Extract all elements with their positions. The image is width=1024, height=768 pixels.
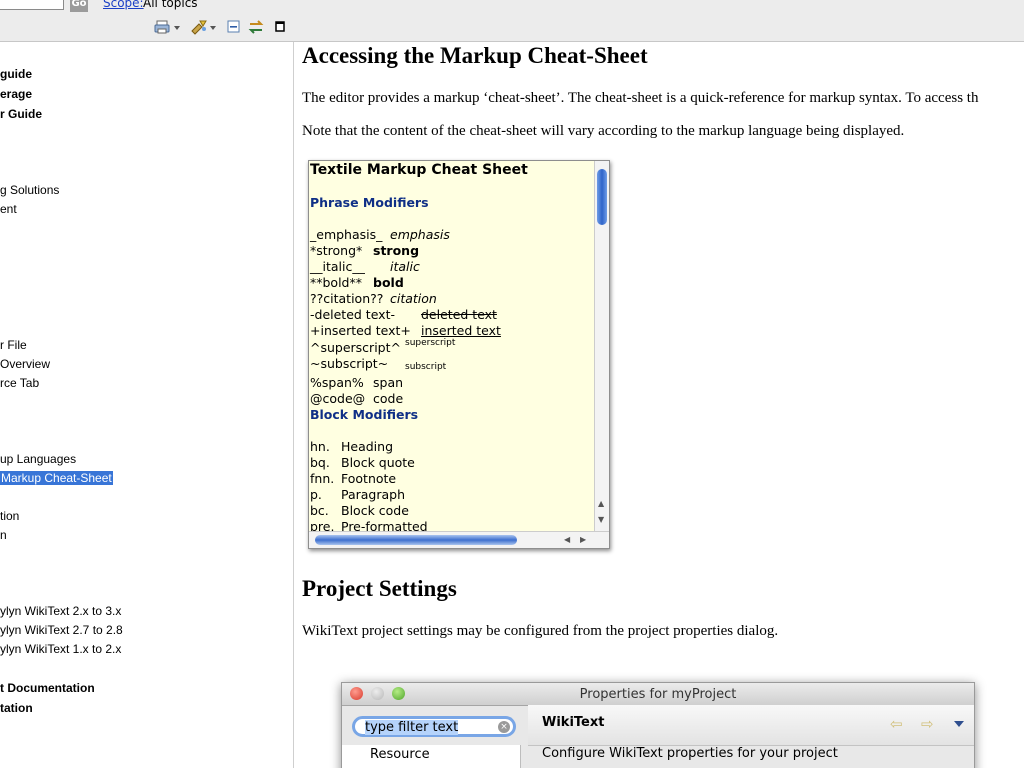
heading-accessing-cheat-sheet: Accessing the Markup Cheat-Sheet <box>302 43 648 68</box>
scroll-down-icon[interactable]: ▼ <box>598 515 604 524</box>
cheat-row-result: superscript <box>405 338 456 348</box>
tree-item[interactable]: ylyn WikiText 2.7 to 2.8 <box>0 623 123 637</box>
go-button[interactable]: Go <box>70 0 88 12</box>
cheat-row-markup: **bold** <box>310 275 362 290</box>
paragraph: The editor provides a markup ‘cheat-shee… <box>302 90 979 106</box>
cheat-row-result: span <box>373 375 404 390</box>
cheat-row-markup: +inserted text+ <box>310 323 411 338</box>
block-modifiers-header: Block Modifiers <box>310 407 419 422</box>
tree-item[interactable]: erage <box>0 87 32 101</box>
dialog-titlebar: Properties for myProject <box>342 683 974 706</box>
cheat-row-markup: ??citation?? <box>310 291 384 306</box>
tree-item[interactable]: Overview <box>0 357 50 371</box>
paragraph: Note that the content of the cheat-sheet… <box>302 123 905 139</box>
collapse-all-icon[interactable] <box>225 19 243 35</box>
highlight-search-icon[interactable] <box>190 19 208 35</box>
vertical-scrollbar[interactable]: ▲ ▼ <box>594 161 609 531</box>
cheat-row-result: bold <box>373 275 404 290</box>
cheat-row-markup: *strong* <box>310 243 363 258</box>
contents-tree: guide erage r Guide g Solutions ent r Fi… <box>0 42 294 768</box>
cheat-row-result: inserted text <box>421 323 501 338</box>
print-icon[interactable] <box>154 19 172 35</box>
search-input[interactable] <box>0 0 64 10</box>
cheat-row-markup: %span% <box>310 375 364 390</box>
cheat-sheet-image: Textile Markup Cheat Sheet Phrase Modifi… <box>308 160 610 549</box>
cheat-row-result: deleted text <box>421 307 497 322</box>
tree-item[interactable]: rce Tab <box>0 376 39 390</box>
print-dropdown-icon[interactable] <box>174 26 180 30</box>
tree-item[interactable]: guide <box>0 67 32 81</box>
cheat-row-markup: bc. <box>310 503 329 518</box>
cheat-row-result: emphasis <box>390 227 450 242</box>
paragraph: WikiText project settings may be configu… <box>302 623 779 639</box>
tree-item[interactable]: g Solutions <box>0 183 59 197</box>
cheat-row-markup: @code@ <box>310 391 366 406</box>
cheat-row-markup: ~subscript~ <box>310 356 389 371</box>
horizontal-scroll-thumb[interactable] <box>315 535 517 545</box>
dialog-title: Properties for myProject <box>579 687 737 702</box>
scroll-left-icon[interactable]: ◀ <box>564 535 570 544</box>
cheat-row-result: Block quote <box>341 455 415 470</box>
cheat-row-result: italic <box>390 259 420 274</box>
search-bar: Go Scope: All topics <box>0 0 1024 14</box>
filter-placeholder: type filter text <box>365 720 459 735</box>
horizontal-scrollbar[interactable]: ◀ ▶ <box>309 531 609 548</box>
link-with-contents-icon[interactable] <box>247 19 265 35</box>
cheat-row-result: citation <box>390 291 437 306</box>
cheat-row-markup: hn. <box>310 439 330 454</box>
vertical-scroll-thumb[interactable] <box>597 169 607 225</box>
tree-item-selected[interactable]: Markup Cheat-Sheet <box>0 470 114 486</box>
page-description: Configure WikiText properties for your p… <box>542 746 838 761</box>
tree-item[interactable]: r File <box>0 338 27 352</box>
cheat-row-result: code <box>373 391 404 406</box>
scope-value: All topics <box>143 0 198 10</box>
view-menu-icon[interactable] <box>954 721 964 727</box>
highlight-dropdown-icon[interactable] <box>210 26 216 30</box>
cheat-row-markup: ^superscript^ <box>310 340 401 355</box>
tree-item[interactable]: n <box>0 528 7 542</box>
cheat-row-markup: __italic__ <box>310 259 365 274</box>
tree-item[interactable]: ent <box>0 202 17 216</box>
cheat-row-result: Paragraph <box>341 487 406 502</box>
scroll-up-icon[interactable]: ▲ <box>598 499 604 508</box>
cheat-row-result: Heading <box>341 439 394 454</box>
tree-item[interactable]: up Languages <box>0 452 76 466</box>
tree-item-resource[interactable]: Resource <box>370 747 430 762</box>
back-icon[interactable]: ⇦ <box>890 715 903 733</box>
forward-icon[interactable]: ⇨ <box>921 715 934 733</box>
preference-tree <box>342 745 521 768</box>
filter-input[interactable]: type filter text × <box>352 716 516 737</box>
tree-item[interactable]: r Guide <box>0 107 42 121</box>
scroll-right-icon[interactable]: ▶ <box>580 535 586 544</box>
cheat-row-markup: _emphasis_ <box>310 227 383 242</box>
help-content: Accessing the Markup Cheat-Sheet The edi… <box>294 42 1024 768</box>
tree-item[interactable]: tion <box>0 509 19 523</box>
maximize-icon[interactable] <box>273 19 291 35</box>
cheat-row-result: Footnote <box>341 471 397 486</box>
cheat-row-markup: bq. <box>310 455 330 470</box>
cheat-row-markup: p. <box>310 487 322 502</box>
page-title: WikiText <box>542 715 605 730</box>
tree-item[interactable]: ylyn WikiText 1.x to 2.x <box>0 642 121 656</box>
scope-link[interactable]: Scope: <box>103 0 144 10</box>
cheat-row-result: Block code <box>341 503 409 518</box>
cheat-row-markup: -deleted text- <box>310 307 395 322</box>
tree-item[interactable]: t Documentation <box>0 681 95 695</box>
heading-project-settings: Project Settings <box>302 576 457 601</box>
cheat-row-result: strong <box>373 243 420 258</box>
cheat-sheet-title: Textile Markup Cheat Sheet <box>310 162 528 178</box>
phrase-modifiers-header: Phrase Modifiers <box>310 195 429 210</box>
cheat-row-markup: fnn. <box>310 471 335 486</box>
cheat-row-result: subscript <box>405 362 447 372</box>
tree-item[interactable]: tation <box>0 701 33 715</box>
clear-filter-icon[interactable]: × <box>498 721 510 733</box>
help-toolbar <box>0 14 1024 42</box>
tree-item[interactable]: ylyn WikiText 2.x to 3.x <box>0 604 121 618</box>
